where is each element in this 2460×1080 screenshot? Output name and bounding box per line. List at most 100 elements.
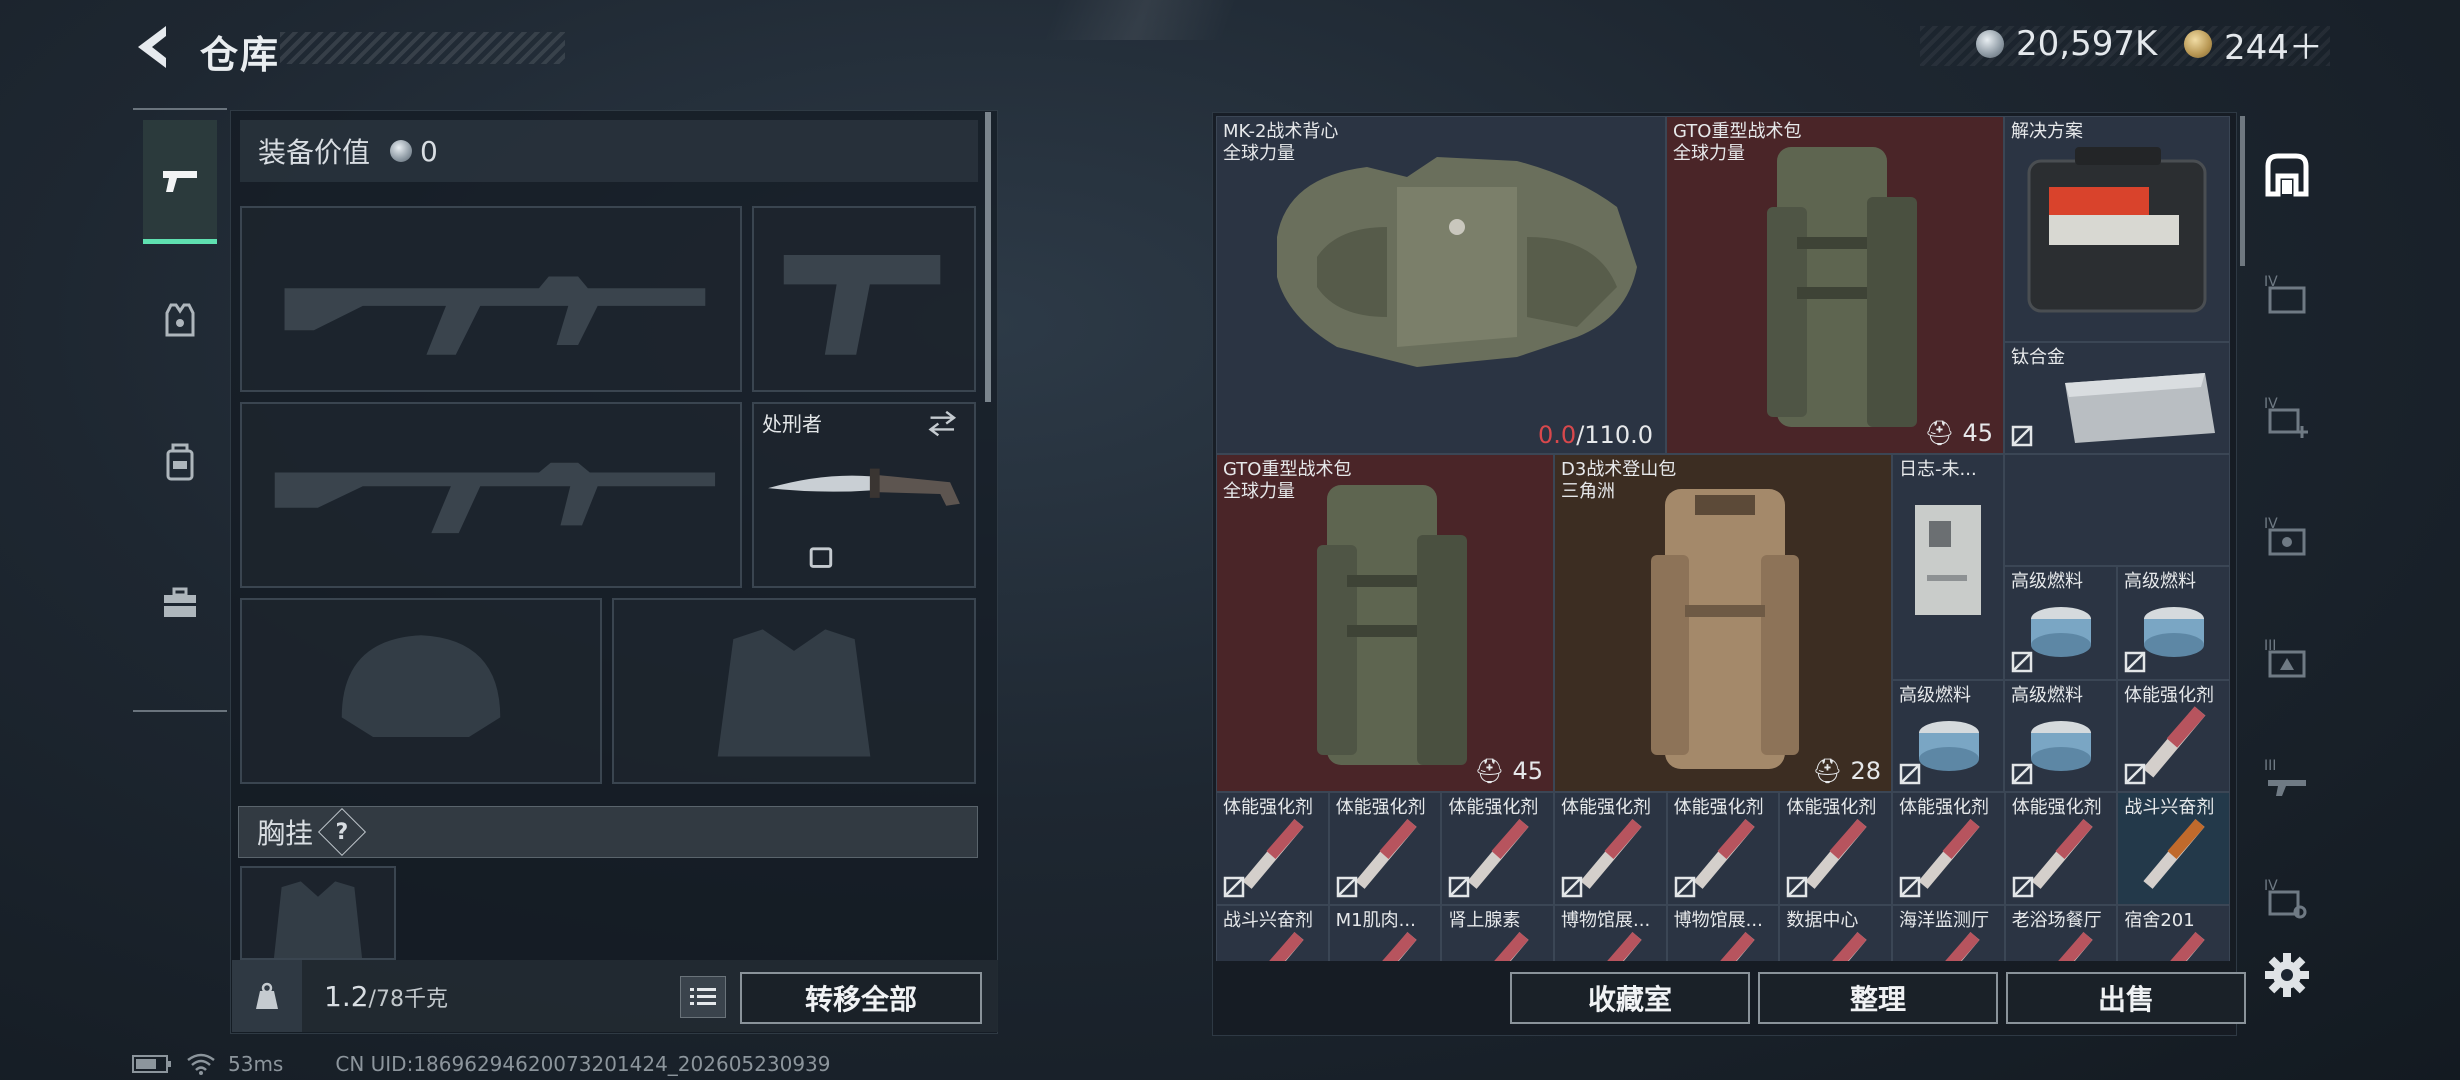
sort-button[interactable]: 整理 <box>1758 972 1998 1024</box>
item-cell[interactable]: 体能强化剂 <box>1779 792 1892 905</box>
toolbox-image <box>2027 147 2207 313</box>
silver-currency[interactable]: 20,597K <box>1976 24 2157 64</box>
item-title: D3战术登山包 <box>1561 459 1677 480</box>
capacity-value: 45 <box>1512 757 1543 785</box>
tab-weapons[interactable] <box>143 120 217 244</box>
item-cell[interactable]: M1肌肉... <box>1328 905 1442 961</box>
helmet-slot[interactable] <box>240 598 602 784</box>
gold-coin-icon <box>2184 30 2212 58</box>
help-icon[interactable]: ? <box>317 807 367 857</box>
storage-home-tab[interactable] <box>2252 140 2322 210</box>
armor-slot[interactable] <box>612 598 976 784</box>
item-name: 战斗兴奋剂 <box>1223 910 1313 931</box>
wifi-icon <box>187 1053 215 1075</box>
sidearm-slot[interactable] <box>752 206 976 392</box>
storage-weapon-icon: III <box>2264 758 2306 796</box>
item-cell[interactable]: 高级燃料 <box>2004 680 2117 792</box>
log-document-image <box>1915 505 1981 615</box>
chest-rig-slot[interactable] <box>240 866 396 960</box>
item-name: 海洋监测厅 <box>1899 910 1990 931</box>
item-cell[interactable]: 体能强化剂 <box>1892 792 2005 905</box>
item-cell[interactable]: 肾上腺素 <box>1441 905 1554 961</box>
capacity-value: 28 <box>1850 757 1881 785</box>
empty-cell[interactable] <box>2004 454 2230 566</box>
item-cell[interactable]: 高级燃料 <box>2117 566 2230 680</box>
primary-weapon-slot[interactable] <box>240 206 742 392</box>
item-name: 老浴场餐厅 <box>2011 910 2102 931</box>
item-name: 肾上腺素 <box>1448 910 1521 931</box>
collection-button[interactable]: 收藏室 <box>1510 972 1750 1024</box>
pistol-icon <box>163 170 197 192</box>
item-cell[interactable]: 体能强化剂 <box>1666 792 1780 905</box>
weight-readout: 1.2/78千克 <box>324 980 448 1013</box>
item-sub: 三角洲 <box>1561 481 1615 502</box>
storage-page-tab[interactable]: III <box>2252 624 2322 694</box>
no-trade-icon <box>2011 425 2033 447</box>
item-cell[interactable]: 博物馆展... <box>1554 905 1667 961</box>
item-cell[interactable]: 博物馆展... <box>1666 905 1780 961</box>
item-cell[interactable]: 宿舍201 <box>2117 905 2230 961</box>
item-cell[interactable]: D3战术登山包 三角洲 ⛑ 28 <box>1554 454 1892 792</box>
item-cell[interactable]: 战斗兴奋剂 <box>2117 792 2230 905</box>
item-name: 博物馆展... <box>1673 910 1763 931</box>
item-cell[interactable]: 体能强化剂 <box>2117 680 2230 792</box>
back-button[interactable] <box>130 22 176 72</box>
tab-case[interactable] <box>143 540 217 664</box>
item-cell[interactable]: 老浴场餐厅 <box>2004 905 2118 961</box>
item-cell[interactable]: 数据中心 <box>1779 905 1892 961</box>
item-cell[interactable]: MK-2战术背心 全球力量 0.0/110.0 <box>1216 116 1666 454</box>
item-name: 体能强化剂 <box>1561 797 1651 818</box>
help-mark: ? <box>335 819 349 845</box>
gear-icon <box>2265 953 2309 997</box>
item-cell[interactable]: 体能强化剂 <box>1554 792 1667 905</box>
item-cell[interactable]: 体能强化剂 <box>1441 792 1554 905</box>
durability-current: 0.0 <box>1538 421 1577 449</box>
gold-currency[interactable]: 244＋ <box>2184 24 2323 68</box>
storage-page-tab[interactable]: IV <box>2252 382 2322 452</box>
item-cell[interactable]: 体能强化剂 <box>1328 792 1442 905</box>
backpack-image <box>1651 489 1799 769</box>
item-cell[interactable]: 钛合金 <box>2004 342 2230 454</box>
item-name: 战斗兴奋剂 <box>2124 797 2215 818</box>
tab-backpack[interactable] <box>143 400 217 524</box>
no-trade-icon <box>1899 763 1921 785</box>
melee-slot[interactable]: 处刑者 <box>752 402 976 588</box>
warehouse-icon <box>2265 153 2309 197</box>
item-cell[interactable]: 高级燃料 <box>1892 680 2004 792</box>
item-cell[interactable]: 解决方案 <box>2004 116 2230 342</box>
storage-page-tab[interactable]: III <box>2252 744 2322 814</box>
list-view-button[interactable] <box>680 976 726 1018</box>
item-cell[interactable]: 战斗兴奋剂 <box>1216 905 1329 961</box>
storage-page-tab[interactable]: IV <box>2252 864 2322 934</box>
no-trade-icon <box>2012 876 2033 898</box>
item-cell[interactable]: 海洋监测厅 <box>1892 905 2005 961</box>
storage-scrollbar[interactable] <box>2240 116 2245 266</box>
item-cell[interactable]: GTO重型战术包 全球力量 ⛑ 45 <box>1216 454 1554 792</box>
item-sub: 全球力量 <box>1223 143 1295 164</box>
item-sub: 全球力量 <box>1673 143 1745 164</box>
tab-armor[interactable] <box>143 258 217 382</box>
storage-page-tab[interactable]: IV <box>2252 260 2322 330</box>
secondary-weapon-slot[interactable] <box>240 402 742 588</box>
page-title: 仓库 <box>200 33 281 77</box>
equipment-scrollbar[interactable] <box>985 112 991 402</box>
item-cell[interactable]: 日志-未... <box>1892 454 2004 680</box>
item-name: 数据中心 <box>1786 910 1859 931</box>
transfer-all-button[interactable]: 转移全部 <box>740 972 982 1024</box>
settings-button[interactable] <box>2262 950 2312 1000</box>
tactical-vest-image <box>1277 157 1637 367</box>
weight-max: /78千克 <box>368 986 448 1012</box>
item-cell[interactable]: 体能强化剂 <box>2004 792 2118 905</box>
no-trade-icon <box>1449 876 1470 898</box>
backpack-icon <box>166 443 194 481</box>
item-cell[interactable]: 体能强化剂 <box>1216 792 1329 905</box>
item-name: GTO重型战术包 全球力量 <box>1223 459 1351 503</box>
ping-readout: 53ms <box>228 1052 284 1076</box>
item-cell[interactable]: GTO重型战术包 全球力量 ⛑ 45 <box>1666 116 2004 454</box>
backpack-image <box>1317 485 1467 765</box>
no-trade-icon <box>2011 651 2033 673</box>
sell-button[interactable]: 出售 <box>2006 972 2246 1024</box>
item-cell[interactable]: 高级燃料 <box>2004 566 2117 680</box>
storage-page-tab[interactable]: IV <box>2252 502 2322 572</box>
item-title: GTO重型战术包 <box>1673 121 1802 142</box>
